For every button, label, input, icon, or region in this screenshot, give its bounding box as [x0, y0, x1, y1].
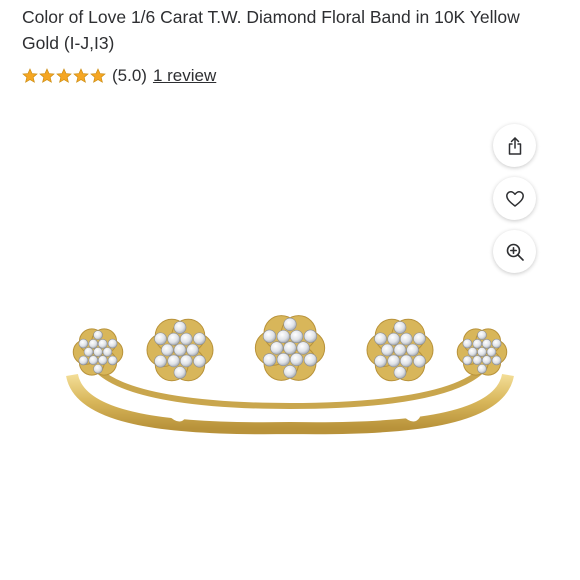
flower-setting: [254, 315, 326, 381]
star-icon: [90, 68, 106, 83]
review-count-link[interactable]: 1 review: [153, 66, 216, 86]
star-rating: [22, 68, 106, 84]
zoom-in-icon: [506, 243, 524, 261]
favorite-button[interactable]: [493, 177, 536, 220]
flower-setting: [146, 318, 214, 382]
flower-setting: [366, 318, 434, 382]
star-icon: [22, 68, 38, 83]
zoom-button[interactable]: [493, 230, 536, 273]
star-icon: [39, 68, 55, 83]
star-icon: [73, 68, 89, 83]
product-title: Color of Love 1/6 Carat T.W. Diamond Flo…: [22, 7, 520, 53]
heart-icon: [505, 190, 524, 207]
product-image[interactable]: [60, 280, 520, 460]
flower-setting: [72, 328, 124, 376]
flower-setting: [456, 328, 508, 376]
rating-value: (5.0): [112, 66, 147, 85]
star-icon: [56, 68, 72, 83]
share-icon: [508, 136, 521, 155]
rating-row[interactable]: (5.0) 1 review: [22, 66, 216, 86]
share-button[interactable]: [493, 124, 536, 167]
